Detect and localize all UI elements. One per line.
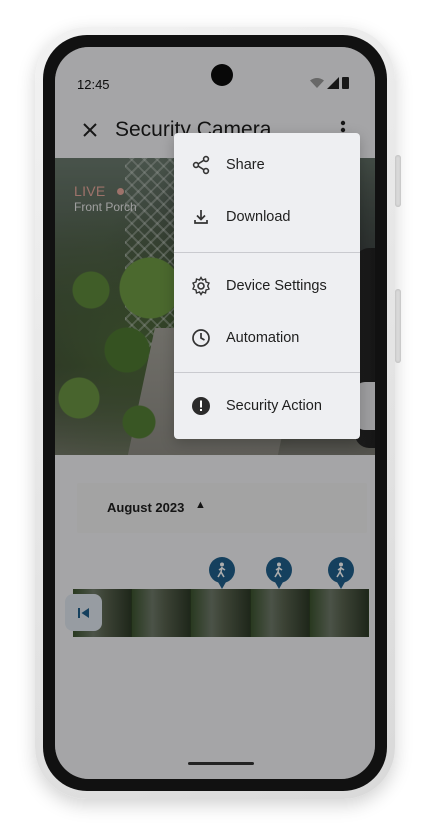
menu-item-security-action[interactable]: Security Action [174,380,360,432]
phone-bezel: 12:45 Security Camera LIVE Front Porch A… [43,35,387,791]
alert-icon [190,395,212,417]
download-icon [190,206,212,228]
menu-divider [174,252,360,253]
share-icon [190,154,212,176]
menu-item-label: Automation [226,330,300,346]
volume-button [395,289,401,363]
menu-item-label: Device Settings [226,278,327,294]
screen: 12:45 Security Camera LIVE Front Porch A… [55,47,375,779]
gear-icon [190,275,212,297]
overflow-menu: Share Download Device Settings Automatio… [174,133,360,439]
power-button [395,155,401,207]
clock-icon [190,327,212,349]
phone-frame: 12:45 Security Camera LIVE Front Porch A… [35,27,401,799]
menu-item-label: Download [226,209,291,225]
menu-item-label: Share [226,157,265,173]
menu-item-label: Security Action [226,398,322,414]
menu-item-automation[interactable]: Automation [174,312,360,364]
home-indicator[interactable] [188,762,254,765]
menu-item-download[interactable]: Download [174,191,360,243]
menu-divider [174,372,360,373]
menu-item-device-settings[interactable]: Device Settings [174,260,360,312]
menu-item-share[interactable]: Share [174,139,360,191]
